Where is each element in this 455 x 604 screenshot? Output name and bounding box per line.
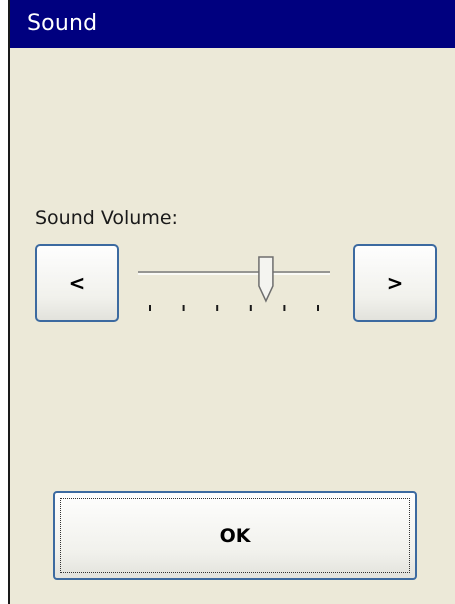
ok-button[interactable]: OK (53, 491, 417, 580)
title-bar: Sound (10, 0, 455, 48)
window-title: Sound (27, 11, 98, 36)
sound-dialog: Sound Sound Volume: < > OK (8, 0, 455, 604)
focus-rectangle: OK (60, 498, 410, 573)
decrease-label: < (68, 271, 86, 295)
volume-increase-button[interactable]: > (353, 244, 437, 322)
ok-button-label: OK (219, 524, 251, 547)
volume-decrease-button[interactable]: < (35, 244, 119, 322)
volume-slider[interactable] (136, 250, 332, 320)
slider-ticks (149, 305, 319, 311)
slider-thumb[interactable] (258, 256, 274, 303)
sound-volume-label: Sound Volume: (35, 207, 178, 229)
increase-label: > (386, 271, 404, 295)
